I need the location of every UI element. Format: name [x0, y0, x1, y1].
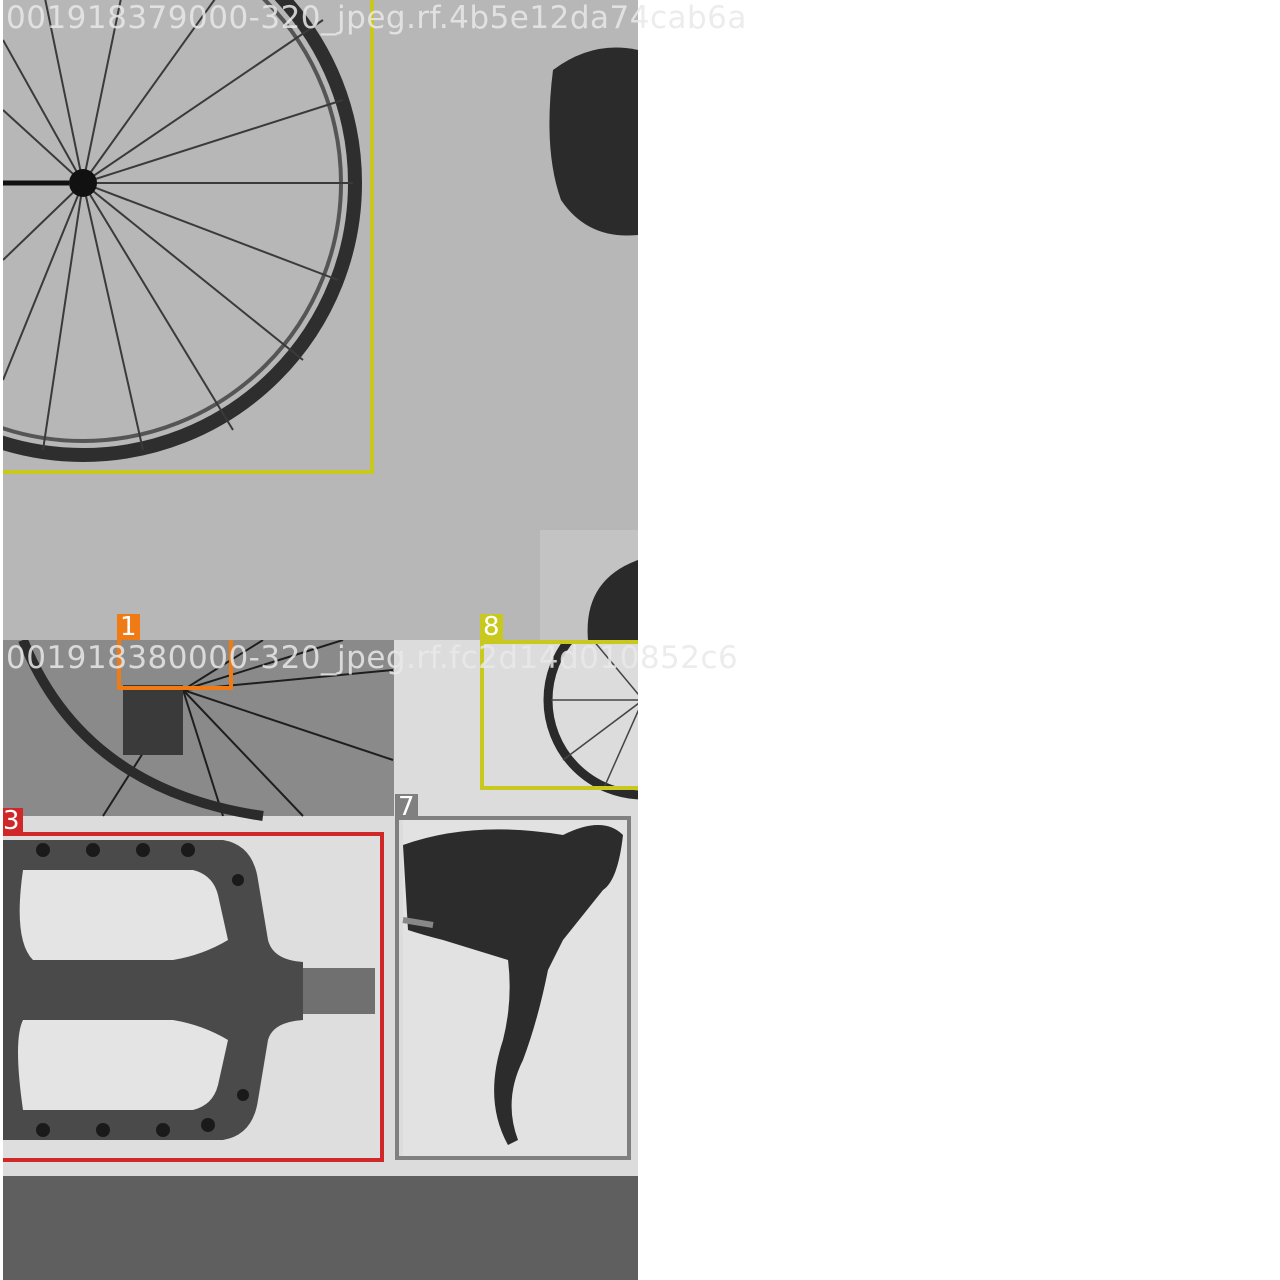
bbox-wheel-top: [3, 0, 374, 474]
mosaic-tile-bottom: 3 7: [3, 640, 638, 1176]
bbox-pedal: [3, 832, 384, 1162]
image-filename-top: 001918379000-320_jpeg.rf.4b5e12da74cab6a: [6, 0, 747, 36]
mosaic-tile-top: [3, 0, 638, 640]
label-class-3: 3: [3, 808, 23, 834]
label-class-8: 8: [480, 614, 503, 640]
label-class-1: 1: [117, 614, 140, 640]
bbox-brake-lever: [395, 816, 631, 1160]
label-class-7: 7: [395, 794, 418, 820]
mosaic-padding: [3, 1176, 638, 1280]
image-filename-bottom: 001918380000-320_jpeg.rf.fc2d14d010852c6: [6, 640, 739, 676]
